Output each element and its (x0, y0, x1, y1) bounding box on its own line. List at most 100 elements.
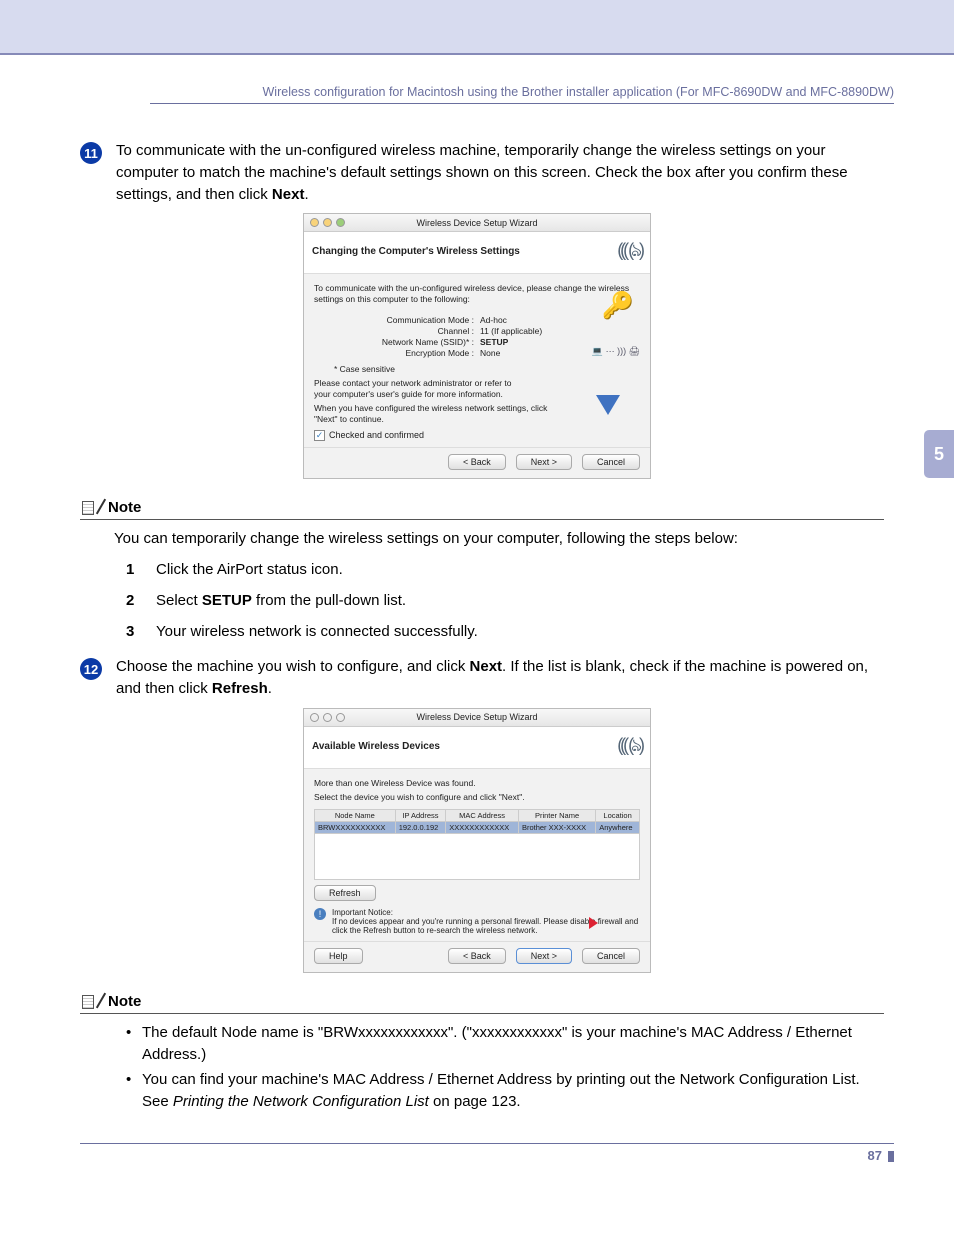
note2-b2-ref: Printing the Network Configuration List (173, 1093, 429, 1110)
note-icon (80, 993, 102, 1011)
when-configured-text: When you have configured the wireless ne… (314, 403, 559, 425)
note-block-1: Note You can temporarily change the wire… (80, 499, 884, 643)
cell-node: BRWXXXXXXXXXX (315, 821, 396, 833)
cell-printer: Brother XXX-XXXX (518, 821, 595, 833)
table-header-row: Node Name IP Address MAC Address Printer… (315, 809, 640, 821)
ssid-value: SETUP (480, 337, 508, 347)
window-title: Wireless Device Setup Wizard (304, 218, 650, 228)
substep-2b: SETUP (202, 592, 252, 609)
refresh-button[interactable]: Refresh (314, 885, 376, 901)
wizard-screenshot-change-settings: Wireless Device Setup Wizard Changing th… (303, 213, 651, 478)
wizard-screenshot-available-devices: Wireless Device Setup Wizard Available W… (303, 708, 651, 973)
col-loc: Location (596, 809, 640, 821)
cancel-button[interactable]: Cancel (582, 454, 640, 470)
table-row[interactable]: BRWXXXXXXXXXX 192.0.0.192 XXXXXXXXXXXX B… (315, 821, 640, 833)
note-header: Note (80, 499, 884, 520)
checkbox-checked-icon[interactable]: ✓ (314, 430, 325, 441)
titlebar: Wireless Device Setup Wizard (304, 214, 650, 232)
banner: Available Wireless Devices ((( (ঌ) (304, 727, 650, 769)
step-12-d: . (268, 680, 272, 697)
button-row: < Back Next > Cancel (304, 447, 650, 478)
banner-title: Changing the Computer's Wireless Setting… (312, 246, 520, 257)
note2-b2-b: on page 123. (429, 1093, 521, 1110)
page-number: 87 (868, 1148, 882, 1163)
col-ip: IP Address (395, 809, 446, 821)
button-row: Help < Back Next > Cancel (304, 941, 650, 972)
intro1: More than one Wireless Device was found. (314, 778, 640, 789)
cell-ip: 192.0.0.192 (395, 821, 446, 833)
step-11-part-b: . (304, 186, 308, 203)
step-11-text: To communicate with the un-configured wi… (116, 140, 884, 205)
important-notice: ! Important Notice: If no devices appear… (314, 908, 640, 935)
case-sensitive-note: * Case sensitive (334, 364, 640, 374)
blue-arrow-icon (596, 395, 620, 415)
banner: Changing the Computer's Wireless Setting… (304, 232, 650, 274)
next-button[interactable]: Next > (516, 948, 572, 964)
step-11-part-a: To communicate with the un-configured wi… (116, 142, 848, 203)
checked-confirmed-row[interactable]: ✓ Checked and confirmed (314, 430, 640, 441)
enc-value: None (480, 348, 500, 358)
note2-bullet-2: You can find your machine's MAC Address … (126, 1069, 884, 1113)
wireless-icon: ((( (ঌ) (617, 236, 642, 267)
enc-label: Encryption Mode : (354, 348, 474, 358)
col-printer: Printer Name (518, 809, 595, 821)
note2-bullet-1: The default Node name is "BRWxxxxxxxxxxx… (126, 1022, 884, 1066)
step-12: 12 Choose the machine you wish to config… (80, 656, 884, 700)
page-footer: 87 (80, 1143, 894, 1163)
contact-admin-text: Please contact your network administrato… (314, 378, 529, 400)
step-12-bold-refresh: Refresh (212, 680, 268, 697)
wireless-icon: ((( (ঌ) (617, 731, 642, 762)
comm-mode-value: Ad-hoc (480, 315, 507, 325)
chapter-tab: 5 (924, 430, 954, 478)
titlebar: Wireless Device Setup Wizard (304, 709, 650, 727)
note-label: Note (108, 993, 141, 1010)
note1-body: You can temporarily change the wireless … (114, 528, 884, 550)
channel-value: 11 (If applicable) (480, 326, 542, 336)
laptop-printer-icon: 💻 ⋯ ))) 🖨 (592, 346, 640, 357)
intro2: Select the device you wish to configure … (314, 792, 640, 803)
key-icon: 🔑 (602, 290, 634, 321)
substep-2c: from the pull-down list. (252, 592, 406, 609)
comm-mode-label: Communication Mode : (354, 315, 474, 325)
step-number-badge: 11 (80, 142, 102, 164)
note-icon (80, 499, 102, 517)
substep-1: Click the AirPort status icon. (126, 559, 884, 580)
col-node: Node Name (315, 809, 396, 821)
checked-confirmed-label: Checked and confirmed (329, 430, 424, 440)
note-label: Note (108, 499, 141, 516)
cancel-button[interactable]: Cancel (582, 948, 640, 964)
window-title: Wireless Device Setup Wizard (304, 712, 650, 722)
substep-2a: Select (156, 592, 202, 609)
page-header: Wireless configuration for Macintosh usi… (150, 85, 894, 104)
back-button[interactable]: < Back (448, 454, 506, 470)
substep-2: Select SETUP from the pull-down list. (126, 590, 884, 611)
channel-label: Channel : (354, 326, 474, 336)
next-button[interactable]: Next > (516, 454, 572, 470)
cell-mac: XXXXXXXXXXXX (446, 821, 519, 833)
banner-title: Available Wireless Devices (312, 741, 440, 752)
step-11: 11 To communicate with the un-configured… (80, 140, 884, 205)
note2-bullets: The default Node name is "BRWxxxxxxxxxxx… (126, 1022, 884, 1113)
col-mac: MAC Address (446, 809, 519, 821)
step-number-badge: 12 (80, 658, 102, 680)
footer-square-icon (888, 1151, 894, 1162)
step-12-bold-next: Next (470, 658, 503, 675)
substep-3: Your wireless network is connected succe… (126, 621, 884, 642)
intro-text: To communicate with the un-configured wi… (314, 283, 640, 305)
step-11-bold-next: Next (272, 186, 305, 203)
red-arrow-icon (589, 917, 598, 929)
wizard-body: To communicate with the un-configured wi… (304, 274, 650, 446)
note-block-2: Note The default Node name is "BRWxxxxxx… (80, 993, 884, 1113)
ssid-label: Network Name (SSID)* : (354, 337, 474, 347)
step-12-a: Choose the machine you wish to configure… (116, 658, 470, 675)
help-button[interactable]: Help (314, 948, 363, 964)
step-12-text: Choose the machine you wish to configure… (116, 656, 884, 700)
note-header: Note (80, 993, 884, 1014)
info-icon: ! (314, 908, 326, 920)
devices-table: Node Name IP Address MAC Address Printer… (314, 809, 640, 880)
notice-label: Important Notice: (332, 908, 640, 917)
note1-substeps: Click the AirPort status icon. Select SE… (126, 559, 884, 642)
cell-loc: Anywhere (596, 821, 640, 833)
back-button[interactable]: < Back (448, 948, 506, 964)
wizard-body: More than one Wireless Device was found.… (304, 769, 650, 941)
